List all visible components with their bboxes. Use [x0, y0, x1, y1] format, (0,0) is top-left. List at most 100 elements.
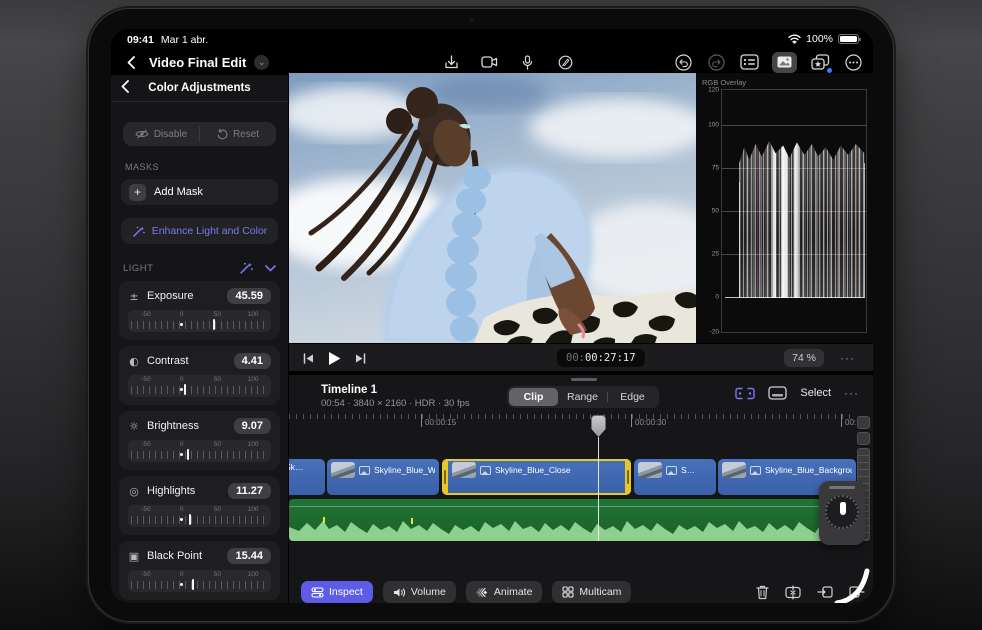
jog-wheel[interactable]	[819, 481, 865, 545]
disable-label: Disable	[153, 128, 188, 140]
previous-frame-icon[interactable]	[303, 352, 314, 364]
light-wand-icon[interactable]	[239, 261, 253, 275]
photo-icon	[359, 465, 370, 475]
clip-thumbnail	[331, 462, 355, 478]
pencil-stroke-decoration	[834, 568, 870, 603]
eye-slash-icon	[135, 129, 149, 139]
mode-clip[interactable]: Clip	[509, 388, 558, 406]
clip-thumbnail	[452, 462, 476, 478]
jog-dial[interactable]	[825, 495, 859, 529]
clip-skyline-partial[interactable]: Sk…	[289, 459, 325, 495]
audio-track[interactable]	[289, 499, 856, 541]
multicam-button[interactable]: Multicam	[552, 581, 632, 603]
clip-options-icon[interactable]	[768, 386, 788, 400]
more-icon[interactable]	[843, 52, 863, 72]
contrast-value[interactable]: 4.41	[233, 353, 271, 369]
panel-back-icon[interactable]	[121, 80, 129, 93]
transport-bar: 00:00:27:17 74 % ···	[289, 343, 873, 373]
add-mask-label: Add Mask	[154, 186, 203, 198]
top-toolbar: Video Final Edit ⌄	[111, 49, 873, 75]
split-clip-icon[interactable]	[785, 584, 801, 600]
animate-button[interactable]: Animate	[465, 581, 543, 603]
highlights-slider: ◎ Highlights 11.27 -50 0 50 100	[119, 476, 280, 535]
import-icon[interactable]	[441, 52, 461, 72]
browser-icon[interactable]	[739, 52, 759, 72]
brightness-thumb[interactable]	[187, 449, 190, 460]
mode-range[interactable]: Range	[558, 388, 607, 406]
timeline-meta: 00:54 · 3840 × 2160 · HDR · 30 fps	[321, 398, 470, 409]
wifi-icon	[788, 34, 801, 44]
play-icon[interactable]	[328, 351, 341, 366]
color-adjustments-panel: Color Adjustments Disable Reset MASKS + …	[111, 75, 289, 603]
playhead-line	[598, 437, 599, 541]
add-mask-button[interactable]: + Add Mask	[121, 179, 278, 205]
brightness-icon: ☼	[129, 419, 139, 433]
trim-tool-icon[interactable]	[735, 387, 756, 400]
contrast-label: Contrast	[147, 355, 189, 367]
brightness-track[interactable]: -50 0 50 100	[128, 440, 271, 462]
clip-thumbnail	[722, 462, 746, 478]
black-point-thumb[interactable]	[191, 579, 194, 590]
timeline-more-icon[interactable]: ···	[844, 386, 859, 400]
exposure-value[interactable]: 45.59	[227, 288, 271, 304]
contrast-track[interactable]: -50 0 50 100	[128, 375, 271, 397]
back-icon[interactable]	[121, 52, 141, 72]
highlights-thumb[interactable]	[188, 514, 191, 525]
select-button[interactable]: Select	[800, 387, 831, 399]
contrast-thumb[interactable]	[183, 384, 186, 395]
disable-reset-group: Disable Reset	[123, 122, 276, 146]
timeline-ruler[interactable]: 00:00:15 00:00:30 00:00:45	[289, 414, 856, 440]
viewer-icon[interactable]	[772, 51, 797, 73]
viewer-more-icon[interactable]: ···	[840, 351, 855, 365]
clip-skyline-short[interactable]: S…	[634, 459, 716, 495]
clip-skyline-blue-wide[interactable]: Skyline_Blue_Wide	[327, 459, 439, 495]
viewer-zoom-level[interactable]: 74 %	[784, 349, 824, 367]
video-viewer[interactable]	[289, 73, 696, 343]
camera-icon[interactable]	[479, 52, 499, 72]
screen: 09:41 Mar 1 abr. 100% Video Final Edit ⌄	[111, 29, 873, 603]
exposure-label: Exposure	[147, 290, 194, 302]
panel-title: Color Adjustments	[148, 82, 251, 94]
trim-handle-left[interactable]	[442, 459, 448, 495]
rgb-overlay-scope: RGB Overlay 120 100 75 50 25 0 -20	[696, 73, 873, 343]
exposure-thumb[interactable]	[213, 319, 216, 330]
highlights-track[interactable]: -50 0 50 100	[128, 505, 271, 527]
light-collapse-chevron-icon[interactable]	[265, 264, 276, 272]
delete-icon[interactable]	[756, 585, 769, 600]
brightness-label: Brightness	[147, 420, 199, 432]
volume-button[interactable]: Volume	[382, 581, 456, 603]
photo-icon	[750, 465, 761, 475]
video-track: Sk… Skyline_Blue_Wide Skyline_Blue_Close…	[289, 459, 856, 495]
black-point-track[interactable]: -50 0 50 100	[128, 570, 271, 592]
reset-button[interactable]: Reset	[200, 122, 276, 146]
disable-button[interactable]: Disable	[123, 122, 199, 146]
photo-icon	[480, 465, 491, 475]
timecode-display[interactable]: 00:00:27:17	[557, 349, 645, 367]
trim-handle-right[interactable]	[625, 459, 631, 495]
insert-clip-icon[interactable]	[817, 585, 833, 599]
mode-edge[interactable]: Edge	[608, 388, 657, 406]
brightness-value[interactable]: 9.07	[233, 418, 271, 434]
microphone-icon[interactable]	[517, 52, 537, 72]
black-point-slider: ▣ Black Point 15.44 -50 0 50 100	[119, 541, 280, 600]
timeline-drag-handle[interactable]	[571, 378, 597, 381]
enhance-light-color-button[interactable]: Enhance Light and Color	[121, 218, 278, 244]
exposure-slider: ± Exposure 45.59 -50 0 50 100	[119, 281, 280, 340]
pencil-tools-icon[interactable]	[555, 52, 575, 72]
scope-plot: 120 100 75 50 25 0 -20	[708, 87, 867, 336]
undo-icon[interactable]	[673, 52, 693, 72]
waveform-trace	[739, 140, 865, 299]
clip-skyline-blue-close[interactable]: Skyline_Blue_Close	[442, 459, 631, 495]
exposure-track[interactable]: -50 0 50 100	[128, 310, 271, 332]
jog-drag-handle[interactable]	[829, 486, 855, 489]
battery-icon	[838, 34, 861, 44]
effects-icon[interactable]	[810, 52, 832, 73]
next-frame-icon[interactable]	[355, 352, 366, 364]
timeline-panel: Timeline 1 00:54 · 3840 × 2160 · HDR · 3…	[289, 375, 873, 603]
ipad-device: 09:41 Mar 1 abr. 100% Video Final Edit ⌄	[88, 8, 894, 622]
title-chevron-down-icon[interactable]: ⌄	[254, 54, 270, 70]
plus-icon: +	[129, 183, 146, 201]
inspect-button[interactable]: Inspect	[301, 581, 373, 603]
highlights-value[interactable]: 11.27	[228, 483, 271, 499]
black-point-value[interactable]: 15.44	[227, 548, 271, 564]
